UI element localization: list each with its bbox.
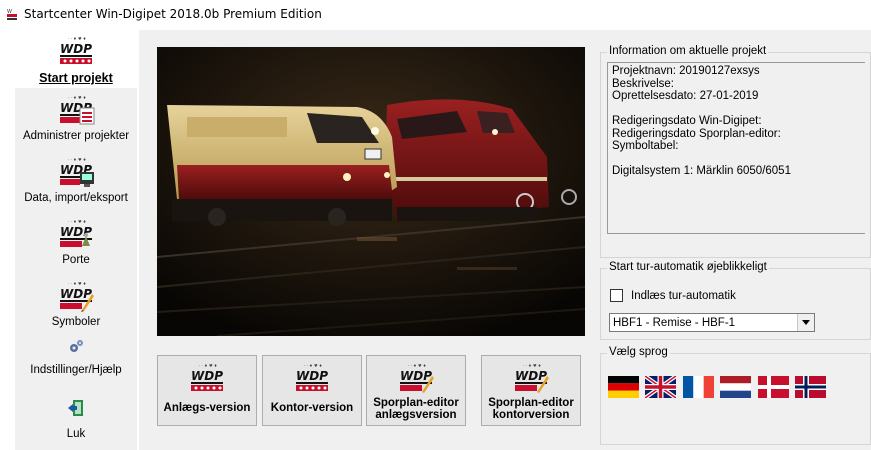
uk-flag-icon[interactable] — [645, 376, 676, 398]
kontor-version-button[interactable]: · · ♦ ♥ ♦ WDP Kontor-version — [262, 355, 362, 426]
sidebar-item-label: Symboler — [51, 316, 101, 328]
wdp-logo-text: WDP — [60, 225, 92, 239]
wdp-logo-text: WDP — [515, 369, 547, 383]
sporplan-anlaeg-label: Sporplan-editor anlægsversion — [373, 397, 459, 421]
wdp-editor-icon: · · ♦ ♥ ♦ WDP — [400, 363, 434, 393]
button-label-line: Anlægs-version — [163, 402, 251, 414]
svg-text:· · ♦ ♥ ♦: · · ♦ ♥ ♦ — [68, 219, 86, 224]
svg-text:· · ♦ ♥ ♦: · · ♦ ♥ ♦ — [68, 281, 86, 286]
info-line-digital-system: Digitalsystem 1: Märklin 6050/6051 — [612, 165, 791, 177]
sidebar-item-symboler[interactable]: · · ♦ ♥ ♦ WDP Symboler — [15, 276, 137, 334]
load-autostart-label: Indlæs tur-automatik — [631, 289, 736, 302]
language-group: Vælg sprog — [600, 346, 871, 445]
sporplan-editor-kontorversion-button[interactable]: · · ♦ ♥ ♦ WDP Sporplan-editor kontorvers… — [481, 355, 581, 426]
wdp-editor-icon: · · ♦ ♥ ♦ WDP — [515, 363, 549, 393]
wdp-projects-icon: · · ♦ ♥ ♦ WDP — [60, 95, 95, 125]
sidebar-item-label: Porte — [62, 254, 90, 266]
info-line-edit-date-sporplan: Redigeringsdato Sporplan-editor: — [612, 127, 781, 140]
anlaegs-version-label: Anlægs-version — [164, 402, 251, 414]
wdp-logo-icon: · · ♦ ♥ ♦ WDP — [191, 363, 223, 391]
info-line-project-name: Projektnavn: 20190127exsys — [612, 65, 760, 77]
dropdown-arrow-button[interactable] — [797, 314, 814, 331]
wdp-logo-text: WDP — [60, 287, 92, 301]
sidebar-item-label: Indstillinger/Hjælp — [30, 364, 122, 376]
load-autostart-checkbox-row[interactable]: Indlæs tur-automatik — [610, 289, 736, 302]
wdp-logo-text: WDP — [191, 369, 223, 383]
wdp-logo-text: WDP — [400, 369, 432, 383]
button-label-line: kontorversion — [492, 409, 570, 421]
german-flag-icon[interactable] — [608, 376, 639, 398]
norwegian-flag-icon[interactable] — [795, 376, 826, 398]
sidebar-item-porte[interactable]: · · ♦ ♥ ♦ WDP Porte — [15, 214, 137, 272]
wdp-ports-icon: · · ♦ ♥ ♦ WDP — [60, 219, 92, 247]
project-info-text: Projektnavn: 20190127exsys Beskrivelse: … — [607, 62, 865, 234]
button-label-line: Sporplan-editor — [373, 397, 459, 409]
sporplan-editor-anlaegsversion-button[interactable]: · · ♦ ♥ ♦ WDP Sporplan-editor anlægsvers… — [366, 355, 466, 426]
wdp-logo-text: WDP — [60, 42, 92, 56]
svg-text:· · ♦ ♥ ♦: · · ♦ ♥ ♦ — [199, 363, 217, 368]
wdp-logo-text: WDP — [296, 369, 328, 383]
svg-text:· · ♦ ♥ ♦: · · ♦ ♥ ♦ — [408, 363, 426, 368]
info-line-description: Beskrivelse: — [612, 77, 674, 90]
button-label-line: Kontor-version — [270, 402, 354, 414]
sidebar-item-administrer-projekter[interactable]: · · ♦ ♥ ♦ WDP Administrer projekter — [15, 90, 137, 148]
gears-icon — [70, 340, 83, 352]
dutch-flag-icon[interactable] — [720, 376, 751, 398]
info-line-blank — [612, 103, 861, 116]
sidebar-item-label: Luk — [66, 428, 86, 440]
svg-text:· · ♦ ♥ ♦: · · ♦ ♥ ♦ — [523, 363, 541, 368]
load-autostart-checkbox[interactable] — [610, 289, 623, 302]
autostart-select[interactable]: HBF1 - Remise - HBF-1 — [609, 313, 815, 332]
sporplan-kontor-label: Sporplan-editor kontorversion — [488, 397, 574, 421]
sidebar-item-label: Administrer projekter — [22, 130, 130, 142]
french-flag-icon[interactable] — [683, 376, 714, 398]
svg-text:· · ♦ ♥ ♦: · · ♦ ♥ ♦ — [68, 157, 86, 162]
svg-text:· · ♦ ♥ ♦: · · ♦ ♥ ♦ — [68, 95, 86, 100]
info-line-edit-date-win-digipet: Redigeringsdato Win-Digipet: — [612, 115, 762, 127]
app-icon: W — [6, 7, 18, 21]
kontor-version-label: Kontor-version — [271, 402, 353, 414]
danish-flag-icon[interactable] — [758, 376, 789, 398]
title-bar: W Startcenter Win-Digipet 2018.0b Premiu… — [0, 0, 871, 28]
button-label-line: anlægsversion — [375, 409, 457, 421]
info-line-symbol-table: Symboltabel: — [612, 140, 679, 152]
autostart-legend: Start tur-automatik øjeblikkeligt — [607, 261, 769, 273]
language-legend: Vælg sprog — [607, 346, 670, 358]
button-label-line: Sporplan-editor — [488, 397, 574, 409]
sidebar: · · ♦ ♥ ♦ WDP Start projekt · · ♦ ♥ ♦ WD… — [15, 30, 137, 450]
wdp-logo-icon: · · ♦ ♥ ♦ WDP — [296, 363, 328, 391]
info-line-creation-date: Oprettelsesdato: 27-01-2019 — [612, 90, 759, 102]
autostart-select-value: HBF1 - Remise - HBF-1 — [613, 316, 736, 329]
wdp-symbols-icon: · · ♦ ♥ ♦ WDP — [60, 281, 94, 312]
locomotive-photo — [157, 47, 585, 336]
sidebar-item-luk[interactable]: Luk — [15, 396, 137, 450]
project-info-legend: Information om aktuelle projekt — [607, 45, 769, 57]
chevron-down-icon — [802, 320, 810, 325]
sidebar-item-label: Start projekt — [39, 71, 113, 85]
svg-text:· · ♦ ♥ ♦: · · ♦ ♥ ♦ — [68, 36, 86, 41]
anlaegs-version-button[interactable]: · · ♦ ♥ ♦ WDP Anlægs-version — [157, 355, 257, 426]
wdp-logo-icon: · · ♦ ♥ ♦ WDP — [60, 36, 92, 64]
sidebar-item-label: Data, import/eksport — [24, 192, 128, 204]
exit-door-icon — [68, 400, 83, 416]
sidebar-item-data-import-eksport[interactable]: · · ♦ ♥ ♦ WDP Data, import/eksport — [15, 152, 137, 210]
sidebar-item-indstillinger-hjaelp[interactable]: Indstillinger/Hjælp — [15, 336, 137, 386]
wdp-data-icon: · · ♦ ♥ ♦ WDP — [60, 157, 94, 187]
window-title: Startcenter Win-Digipet 2018.0b Premium … — [24, 7, 322, 21]
svg-text:· · ♦ ♥ ♦: · · ♦ ♥ ♦ — [304, 363, 322, 368]
info-line-blank — [612, 153, 861, 166]
sidebar-item-start-projekt[interactable]: · · ♦ ♥ ♦ WDP Start projekt — [15, 30, 137, 88]
